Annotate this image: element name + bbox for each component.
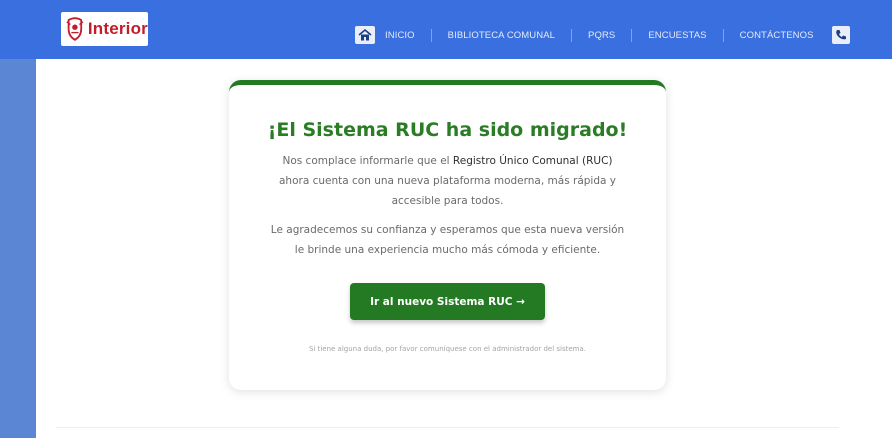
migration-notice-card: ¡El Sistema RUC ha sido migrado! Nos com…: [229, 80, 666, 390]
intro-text-after: ahora cuenta con una nueva plataforma mo…: [278, 175, 616, 207]
logo-text: Interior: [87, 19, 148, 38]
crest-icon: [66, 17, 84, 41]
nav-divider: [722, 28, 724, 42]
nav-divider: [430, 28, 432, 42]
nav-item-biblioteca-comunal[interactable]: BIBLIOTECA COMUNAL: [448, 30, 555, 41]
registry-name: Registro Único Comunal (RUC): [452, 155, 613, 167]
nav-item-contactenos[interactable]: CONTÁCTENOS: [740, 30, 814, 41]
phone-icon[interactable]: [831, 26, 850, 44]
nav-divider: [571, 28, 573, 42]
thanks-paragraph: Le agradecemos su confianza y esperamos …: [270, 224, 625, 256]
intro-paragraph: Nos complace informarle que el Registro …: [269, 151, 626, 211]
left-rail: [0, 0, 36, 438]
site-logo[interactable]: Interior: [61, 12, 148, 46]
main-nav: INICIO BIBLIOTECA COMUNAL PQRS ENCUESTAS…: [355, 25, 850, 45]
intro-text-before: Nos complace informarle que el: [282, 155, 453, 167]
nav-item-pqrs[interactable]: PQRS: [588, 30, 615, 41]
top-navbar: Interior INICIO BIBLIOTECA COMUNAL PQRS …: [0, 0, 892, 59]
nav-item-encuestas[interactable]: ENCUESTAS: [648, 30, 706, 41]
nav-divider: [631, 28, 633, 42]
nav-item-inicio[interactable]: INICIO: [385, 30, 415, 41]
card-title: ¡El Sistema RUC ha sido migrado!: [267, 119, 628, 141]
footer-divider: [56, 427, 839, 428]
card-footnote: Si tiene alguna duda, por favor comuníqu…: [308, 345, 587, 353]
go-to-new-ruc-button[interactable]: Ir al nuevo Sistema RUC →: [350, 283, 545, 320]
home-icon[interactable]: [355, 26, 375, 44]
